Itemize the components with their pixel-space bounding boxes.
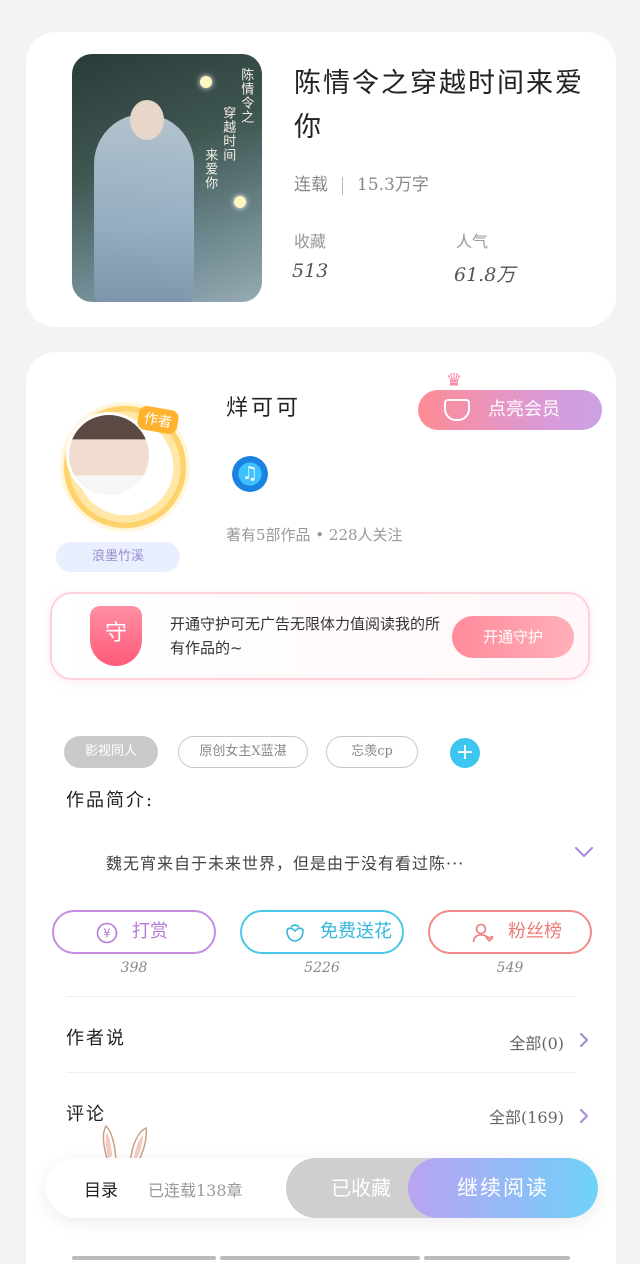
comments-all-link[interactable]: 全部(169) bbox=[489, 1104, 564, 1128]
book-word-count: 15.3万字 bbox=[357, 175, 429, 195]
fan-count: 549 bbox=[496, 960, 524, 976]
diamond-icon bbox=[444, 399, 470, 421]
bottom-tab-indicator bbox=[424, 1256, 570, 1260]
divider bbox=[66, 1072, 576, 1073]
flower-count: 5226 bbox=[304, 960, 340, 976]
tag-chip[interactable]: 原创女主X蓝湛 bbox=[178, 736, 308, 768]
crown-icon: ♛ bbox=[446, 370, 463, 391]
bottom-action-bar: 目录 已连载138章 已收藏 继续阅读 bbox=[46, 1158, 598, 1218]
tip-button-label: 打赏 bbox=[132, 921, 168, 942]
cover-flower-icon bbox=[200, 76, 212, 88]
send-flower-button[interactable]: 免费送花 bbox=[240, 910, 404, 954]
author-badge: 浪墨竹溪 bbox=[56, 542, 180, 572]
bunny-ears-icon bbox=[102, 1124, 148, 1162]
toc-button[interactable]: 目录 bbox=[84, 1176, 118, 1201]
intro-label: 作品简介: bbox=[66, 790, 155, 811]
svg-text:¥: ¥ bbox=[103, 927, 111, 941]
send-flower-label: 免费送花 bbox=[320, 921, 392, 942]
bottom-tab-indicator bbox=[220, 1256, 420, 1260]
intro-text[interactable]: 魏无宵来自于未来世界，但是由于没有看过陈··· bbox=[106, 850, 464, 874]
fan-ranking-button[interactable]: 粉丝榜 bbox=[428, 910, 592, 954]
tag-chip[interactable]: 忘羡cp bbox=[326, 736, 418, 768]
author-stats: 著有5部作品 • 228人关注 bbox=[226, 526, 403, 544]
author-says-label: 作者说 bbox=[66, 1028, 126, 1049]
book-title: 陈情令之穿越时间来爱你 bbox=[294, 68, 584, 143]
flower-icon bbox=[286, 924, 304, 942]
author-says-all-link[interactable]: 全部(0) bbox=[509, 1030, 564, 1054]
book-meta: 连载 15.3万字 bbox=[294, 170, 429, 195]
author-name[interactable]: 烊可可 bbox=[226, 390, 301, 422]
book-info-card: 陈情令之 穿越时间 来爱你 陈情令之穿越时间来爱你 连载 15.3万字 收藏 51… bbox=[26, 32, 616, 327]
vip-button[interactable]: 点亮会员 bbox=[418, 390, 602, 430]
guard-banner: 守 开通守护可无广告无限体力值阅读我的所有作品的~ 开通守护 bbox=[50, 592, 590, 680]
fan-icon bbox=[472, 923, 494, 943]
book-status: 连载 bbox=[294, 175, 328, 195]
chapter-count: 已连载138章 bbox=[148, 1181, 243, 1200]
cover-title-line: 穿越时间 bbox=[220, 106, 236, 162]
cover-figure-head bbox=[130, 100, 164, 140]
chevron-down-icon[interactable] bbox=[574, 842, 594, 862]
bottom-tab-indicator bbox=[72, 1256, 216, 1260]
shield-icon: 守 bbox=[90, 606, 142, 666]
book-detail-card: 作者 浪墨竹溪 烊可可 ♫ 著有5部作品 • 228人关注 ♛ 点亮会员 守 开… bbox=[26, 352, 616, 1264]
chevron-right-icon[interactable] bbox=[576, 1108, 592, 1124]
book-cover[interactable]: 陈情令之 穿越时间 来爱你 bbox=[72, 54, 262, 302]
cover-flower-icon bbox=[234, 196, 246, 208]
popularity-value: 61.8万 bbox=[454, 264, 516, 286]
tip-count: 398 bbox=[120, 960, 148, 976]
cover-figure bbox=[94, 114, 194, 302]
cover-title-line: 来爱你 bbox=[202, 148, 218, 190]
guard-description: 开通守护可无广告无限体力值阅读我的所有作品的~ bbox=[170, 615, 441, 657]
divider bbox=[66, 996, 576, 997]
add-tag-icon[interactable]: + bbox=[450, 738, 480, 768]
cover-title-line: 陈情令之 bbox=[238, 68, 254, 124]
favorites-value: 513 bbox=[292, 260, 329, 282]
continue-reading-button[interactable]: 继续阅读 bbox=[408, 1158, 598, 1218]
favorites-label: 收藏 bbox=[294, 232, 327, 251]
fan-ranking-label: 粉丝榜 bbox=[508, 921, 562, 942]
music-badge-icon[interactable]: ♫ bbox=[232, 456, 268, 492]
tip-button[interactable]: ¥ 打赏 bbox=[52, 910, 216, 954]
meta-divider bbox=[342, 176, 343, 195]
popularity-label: 人气 bbox=[456, 232, 489, 251]
vip-button-label: 点亮会员 bbox=[488, 399, 560, 420]
chevron-right-icon[interactable] bbox=[576, 1032, 592, 1048]
open-guard-button[interactable]: 开通守护 bbox=[452, 616, 574, 658]
tag-chip[interactable]: 影视同人 bbox=[64, 736, 158, 768]
yen-icon: ¥ bbox=[96, 922, 118, 944]
